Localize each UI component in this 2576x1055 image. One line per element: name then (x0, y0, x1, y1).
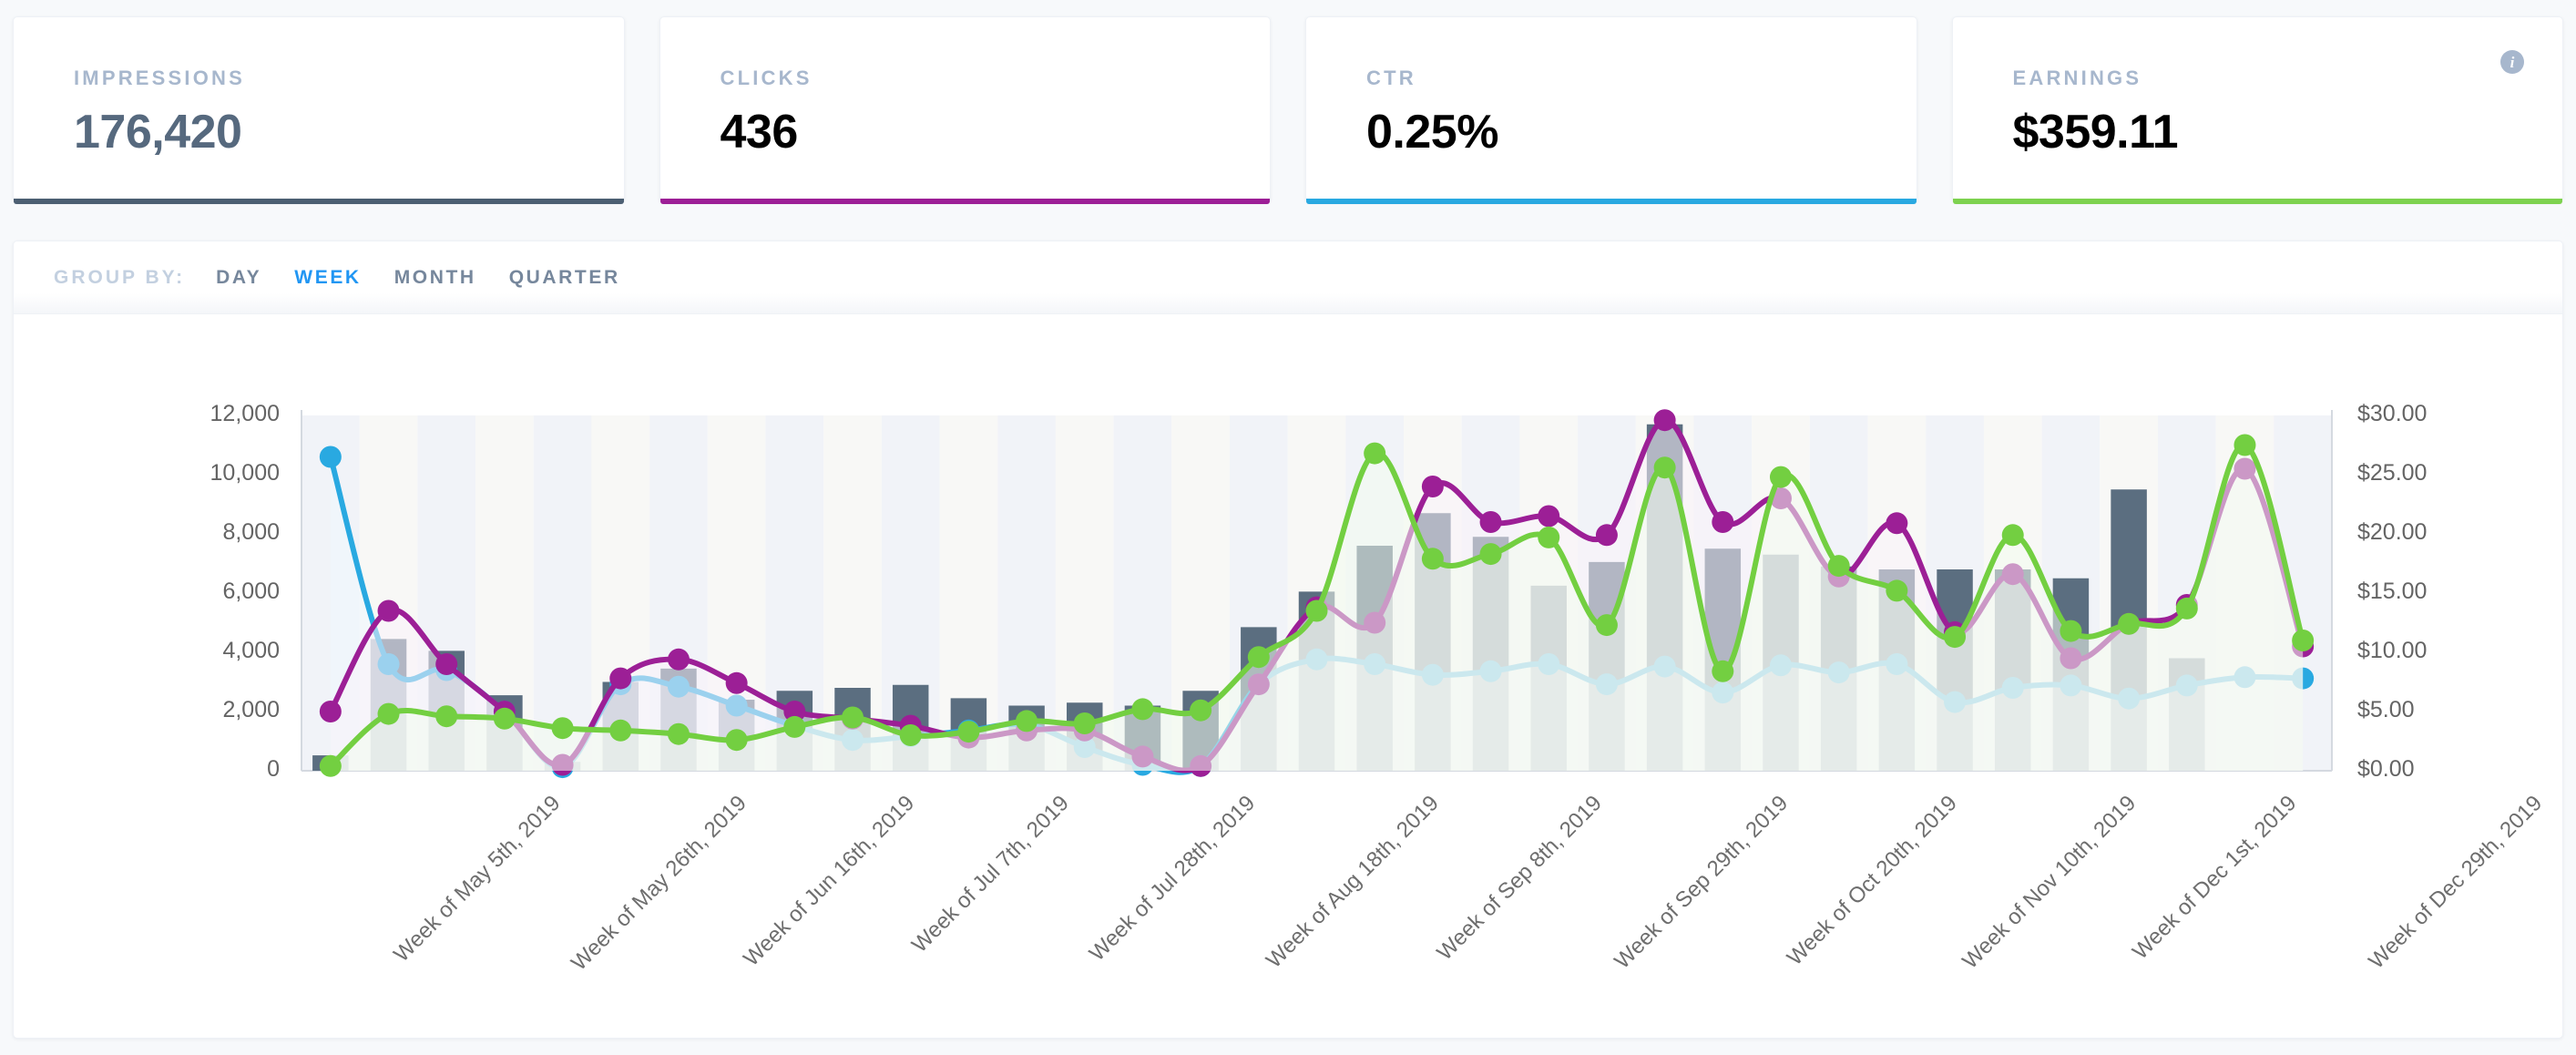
data-point-earnings[interactable] (725, 729, 748, 752)
data-point-clicks[interactable] (435, 653, 458, 675)
kpi-card-ctr: CTR 0.25% (1305, 16, 1917, 204)
kpi-card-clicks: CLICKS 436 (659, 16, 1271, 204)
group-by-toolbar: GROUP BY: DAY WEEK MONTH QUARTER (14, 241, 2562, 314)
data-point-earnings[interactable] (377, 702, 400, 725)
data-point-earnings[interactable] (2175, 597, 2198, 620)
kpi-value: $359.11 (2012, 106, 2179, 159)
group-by-option-month[interactable]: MONTH (394, 267, 476, 289)
kpi-label: CTR (1366, 67, 1416, 89)
chart-panel: GROUP BY: DAY WEEK MONTH QUARTER 0 2,000 4,00… (13, 241, 2563, 1039)
data-point-earnings[interactable] (1421, 548, 1444, 570)
data-point-earnings[interactable] (493, 707, 516, 730)
group-by-option-day[interactable]: DAY (216, 267, 261, 289)
data-point-earnings[interactable] (435, 705, 458, 728)
data-point-earnings[interactable] (1712, 660, 1734, 682)
data-point-earnings[interactable] (957, 721, 980, 743)
kpi-value: 0.25% (1366, 106, 1498, 159)
data-point-earnings[interactable] (319, 754, 342, 777)
kpi-value: 176,420 (74, 106, 242, 159)
data-point-earnings[interactable] (1190, 699, 1212, 722)
data-point-earnings[interactable] (1247, 646, 1270, 669)
kpi-card-earnings: i EARNINGS $359.11 (1951, 16, 2563, 204)
data-point-earnings[interactable] (2234, 434, 2256, 456)
data-point-clicks[interactable] (377, 599, 400, 622)
kpi-label: CLICKS (720, 67, 813, 89)
data-point-clicks[interactable] (725, 671, 748, 694)
data-point-earnings[interactable] (1538, 526, 1560, 548)
data-point-earnings[interactable] (1479, 543, 1502, 566)
group-by-option-week[interactable]: WEEK (294, 267, 361, 289)
group-by-option-quarter[interactable]: QUARTER (509, 267, 620, 289)
data-point-clicks[interactable] (1712, 511, 1734, 533)
data-point-earnings[interactable] (783, 715, 806, 738)
data-point-earnings[interactable] (1944, 626, 1967, 649)
data-point-clicks[interactable] (667, 648, 690, 671)
data-point-earnings[interactable] (2292, 630, 2315, 651)
kpi-card-impressions: IMPRESSIONS 176,420 (13, 16, 625, 204)
kpi-card-row: IMPRESSIONS 176,420 CLICKS 436 CTR 0.25% i EARN… (0, 0, 2576, 219)
data-point-earnings[interactable] (1827, 555, 1850, 578)
data-point-earnings[interactable] (1073, 712, 1096, 734)
data-point-earnings[interactable] (1016, 710, 1038, 732)
data-point-clicks[interactable] (1886, 512, 1908, 535)
data-point-earnings[interactable] (667, 722, 690, 745)
data-point-earnings[interactable] (1595, 614, 1618, 637)
kpi-label: IMPRESSIONS (74, 67, 246, 89)
data-point-earnings[interactable] (1886, 579, 1908, 602)
data-point-clicks[interactable] (1595, 524, 1618, 547)
data-point-clicks[interactable] (1653, 409, 1676, 432)
data-point-earnings[interactable] (609, 719, 632, 742)
data-point-clicks[interactable] (1479, 511, 1502, 533)
kpi-label: EARNINGS (2012, 67, 2142, 89)
data-point-earnings[interactable] (2060, 620, 2082, 642)
dashboard-page: IMPRESSIONS 176,420 CLICKS 436 CTR 0.25% i EARN… (0, 0, 2576, 1055)
data-point-earnings[interactable] (1769, 466, 1792, 488)
data-point-earnings[interactable] (551, 717, 574, 740)
data-point-clicks[interactable] (1538, 505, 1560, 528)
data-point-earnings[interactable] (1364, 442, 1386, 465)
chart-plot-area: 0 2,000 4,000 6,000 8,000 10,000 12,000 $0.00 $5… (14, 314, 2562, 1038)
group-by-label: GROUP BY: (54, 266, 186, 288)
data-point-ctr[interactable] (319, 446, 342, 468)
data-point-earnings[interactable] (1131, 698, 1154, 721)
data-point-clicks[interactable] (1421, 476, 1444, 497)
data-point-earnings[interactable] (2001, 524, 2024, 547)
info-icon[interactable]: i (2500, 50, 2524, 74)
kpi-value: 436 (720, 106, 799, 159)
data-point-earnings[interactable] (1305, 599, 1328, 622)
data-point-earnings[interactable] (2118, 612, 2141, 635)
data-point-earnings[interactable] (899, 724, 922, 746)
data-point-clicks[interactable] (609, 667, 632, 690)
data-point-earnings[interactable] (842, 706, 864, 729)
data-point-earnings[interactable] (1653, 456, 1676, 479)
data-point-clicks[interactable] (319, 701, 342, 722)
